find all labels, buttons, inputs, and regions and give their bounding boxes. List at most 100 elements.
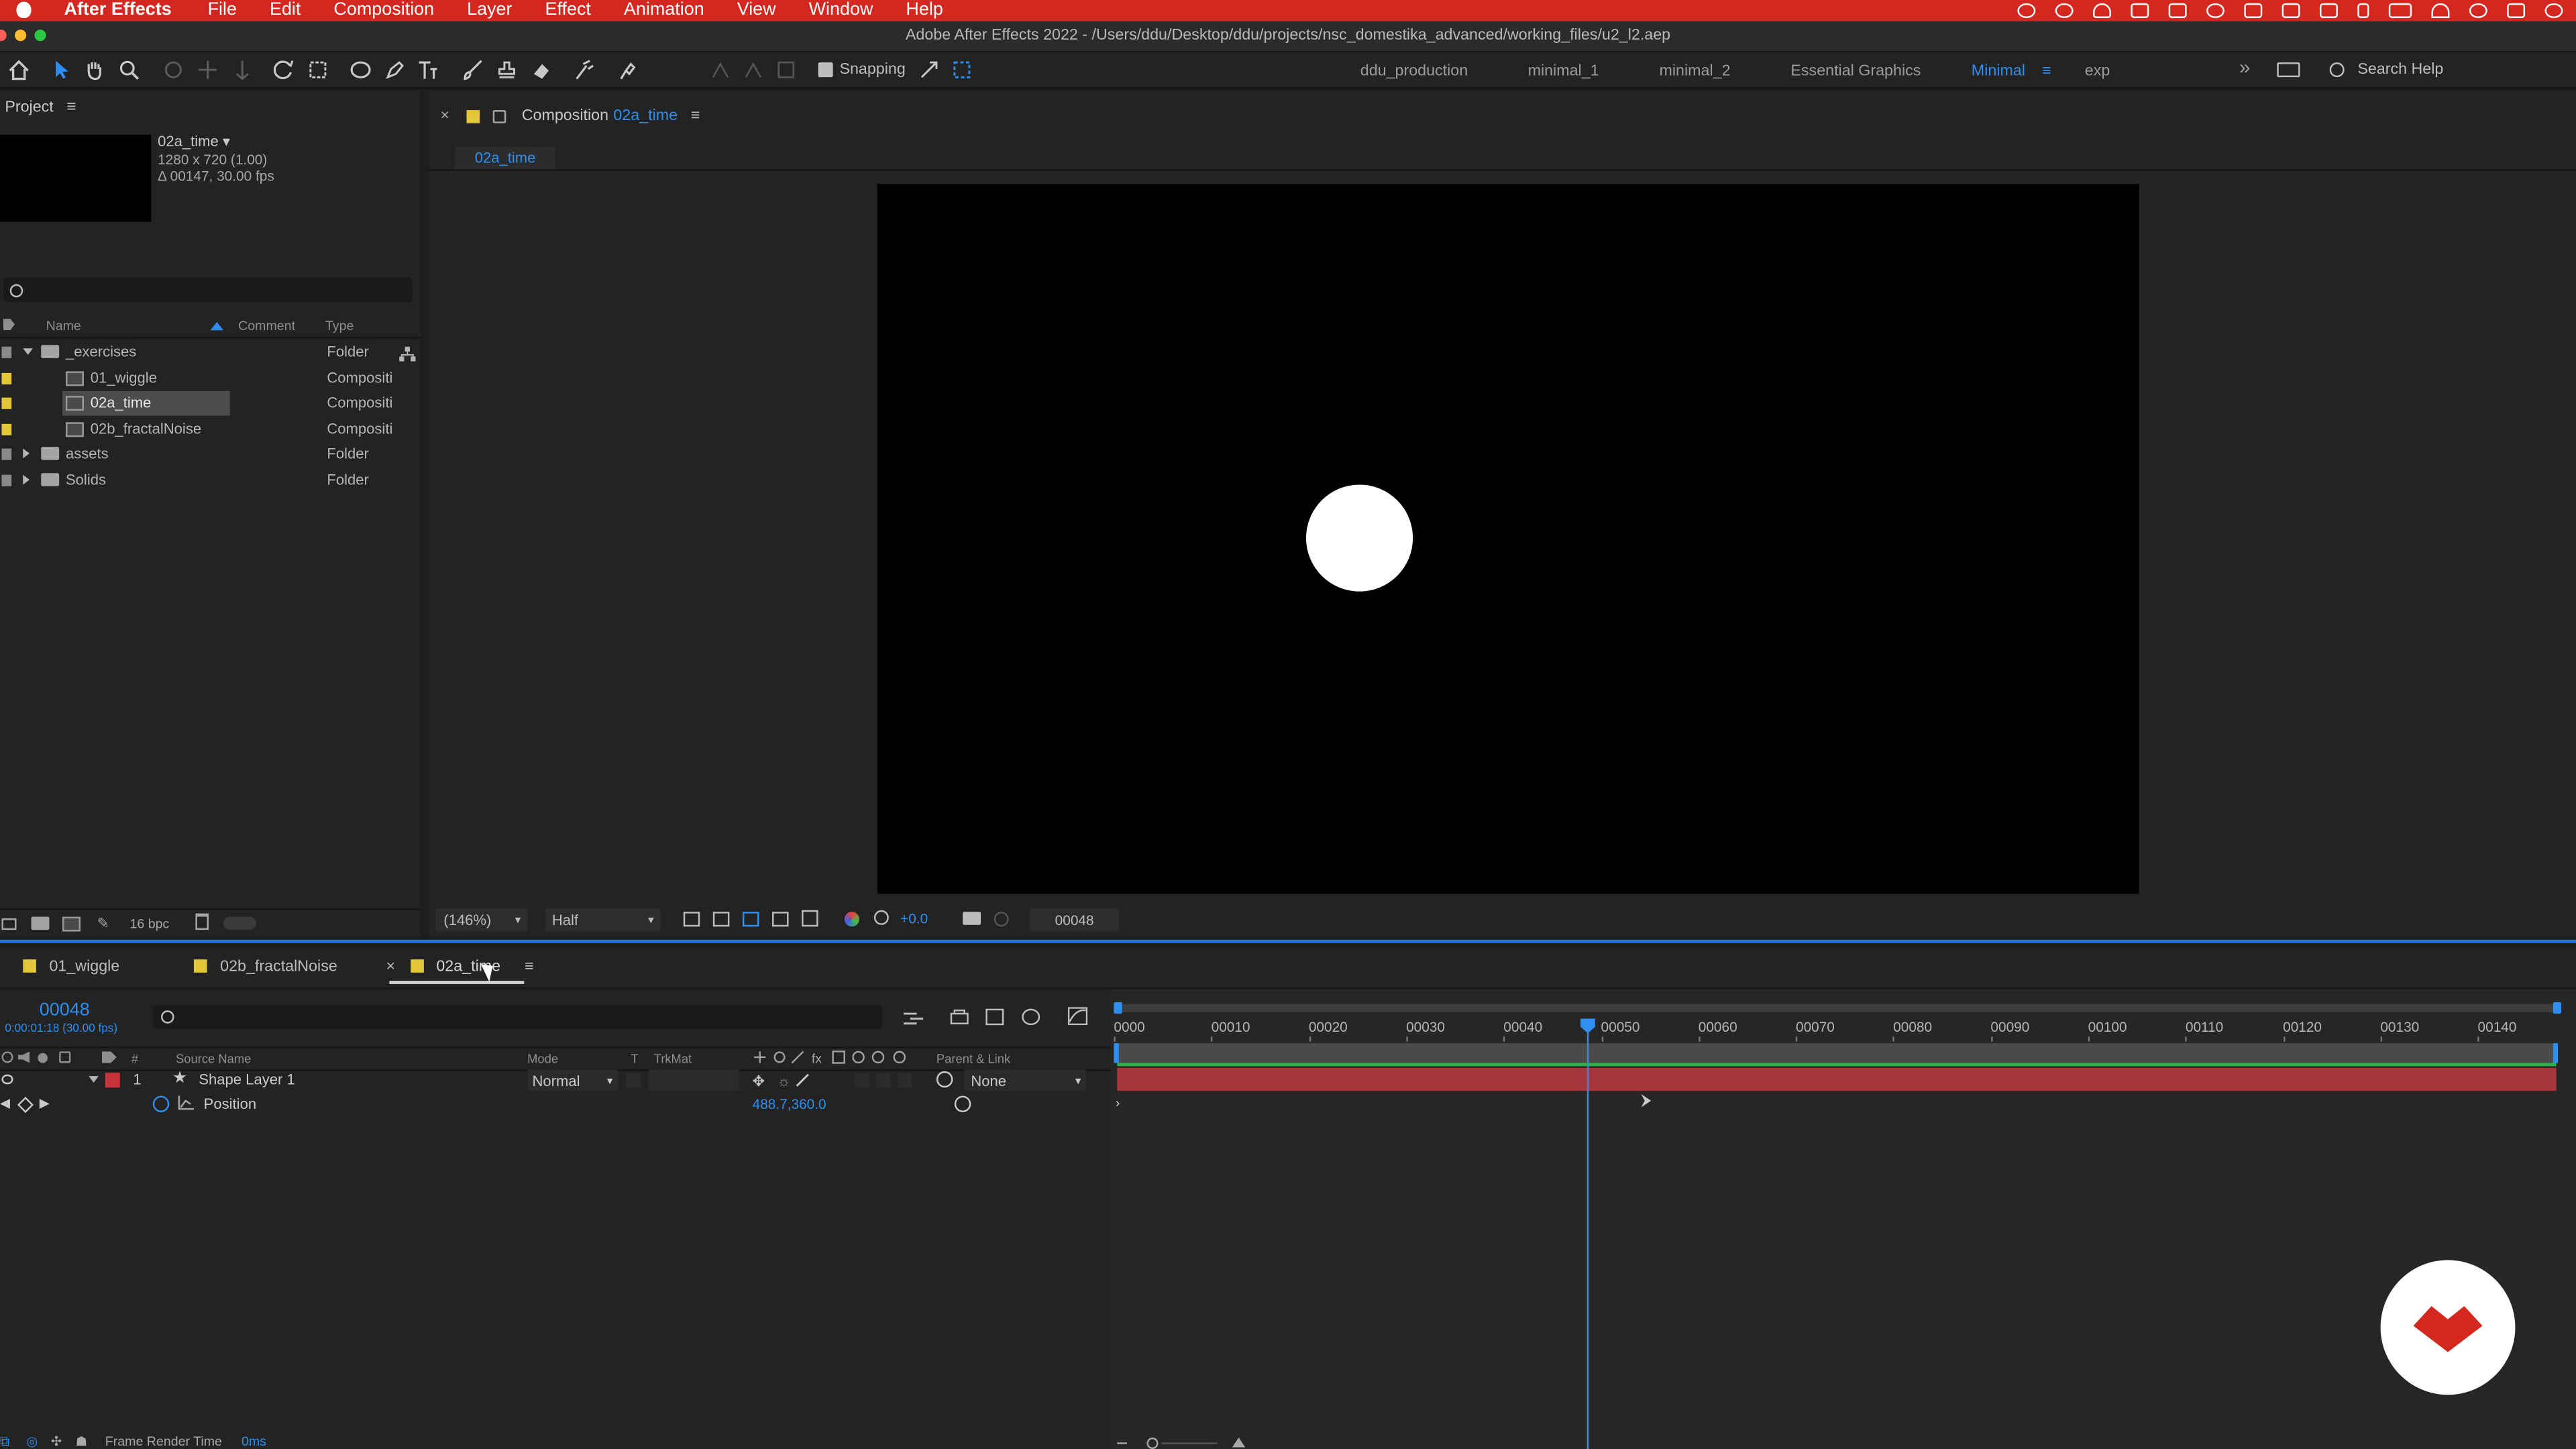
workspace-exp[interactable]: exp [2085,62,2110,80]
shape-layer-circle[interactable] [1305,484,1413,592]
stopwatch-icon[interactable] [152,1095,170,1112]
project-item-02a-time[interactable]: 02a_time Compositi [0,390,421,416]
add-keyframe-icon[interactable] [17,1096,34,1114]
keyframe-start-icon[interactable]: › [1116,1095,1120,1110]
region-of-interest-icon[interactable] [772,912,789,927]
project-search-input[interactable] [3,277,413,303]
spotlight-icon[interactable] [2469,3,2487,18]
draft-3d-icon[interactable] [950,1009,969,1025]
time-ruler[interactable]: 0000 00010 00020 00030 00040 00050 00060 00070 0… [1111,1018,2576,1042]
snap-features-icon[interactable] [951,59,973,80]
toggle-layer-switches-icon[interactable]: ⧉ [0,1434,9,1449]
cloud-icon[interactable] [2093,3,2111,18]
selection-tool-icon[interactable] [51,59,72,80]
eraser-tool-icon[interactable] [531,59,552,80]
menu-layer[interactable]: Layer [467,0,512,21]
more-workspaces-icon[interactable]: » [2239,56,2250,78]
collapse-toggle-icon[interactable]: ☼ [777,1073,790,1089]
menu-help[interactable]: Help [906,0,943,21]
axis-local-icon[interactable] [710,59,731,80]
project-item-02b-fractalnoise[interactable]: 02b_fractalNoise Compositi [0,417,421,442]
siri-icon[interactable] [2544,3,2563,18]
quality-toggle-icon[interactable] [795,1073,810,1087]
scroll-thumb[interactable] [223,916,257,930]
prev-keyframe-icon[interactable]: ◀ [0,1095,10,1110]
zoom-out-icon[interactable] [1117,1442,1128,1444]
viewer-timecode[interactable]: 00048 [1030,908,1119,932]
search-help-field[interactable]: Search Help [2329,59,2576,80]
motion-blur-toggle[interactable] [854,1073,869,1088]
property-row-position[interactable]: ◀ ▶ Position 488.7,360.0 [0,1094,1111,1117]
axis-world-icon[interactable] [743,59,764,80]
menu-app-name[interactable]: After Effects [64,0,172,21]
vpn-icon[interactable] [2206,3,2224,18]
roto-brush-tool-icon[interactable] [574,59,595,80]
work-area-end[interactable] [2553,1043,2559,1063]
timeline-tab-02a-time[interactable]: × 02a_time ≡ [386,958,534,976]
exposure-value[interactable]: +0.0 [900,910,928,926]
timeline-graph-area[interactable]: 0000 00010 00020 00030 00040 00050 00060 00070 0… [1110,989,2576,1449]
dropdown-arrow-icon[interactable]: ▾ [219,133,230,149]
pick-whip-icon[interactable] [936,1071,953,1088]
eye-icon[interactable] [1,1074,13,1085]
panel-menu-icon[interactable]: ≡ [525,958,534,976]
resolution-dropdown[interactable]: Half ▾ [545,908,661,932]
menu-animation[interactable]: Animation [624,0,704,21]
next-keyframe-icon[interactable]: ▶ [40,1095,50,1110]
current-time-indicator[interactable] [1587,1018,1589,1449]
workspace-panel-icon[interactable] [2277,62,2300,78]
workspace-minimal-1[interactable]: minimal_1 [1528,62,1599,80]
menu-file[interactable]: File [208,0,237,21]
expand-arrow-icon[interactable] [23,348,33,355]
close-tab-icon[interactable]: × [386,958,396,976]
render-time-icon[interactable]: ☗ [76,1434,88,1449]
panel-menu-icon[interactable]: ≡ [66,99,76,117]
property-value[interactable]: 488.7,360.0 [753,1095,826,1112]
time-navigator-start-handle[interactable] [1114,1002,1122,1014]
rotate-tool-icon[interactable] [273,59,294,80]
zoom-slider-thumb[interactable] [1146,1437,1159,1449]
hand-tool-icon[interactable] [84,59,105,80]
layer-duration-bar[interactable] [1117,1067,2557,1091]
minimize-window-button[interactable] [15,30,27,42]
zoom-in-icon[interactable] [1232,1437,1246,1448]
creative-cloud-icon[interactable] [2017,3,2036,18]
column-comment[interactable]: Comment [238,319,295,333]
collapse-arrow-icon[interactable] [23,474,30,485]
column-type[interactable]: Type [325,319,354,333]
shy-toggle-icon[interactable]: ✥ [753,1073,765,1091]
pan-camera-icon[interactable] [197,59,219,80]
project-panel-title[interactable]: Project [5,99,53,117]
time-navigator-bar[interactable] [1117,1004,2560,1012]
column-source-name[interactable]: Source Name [176,1051,251,1066]
label-swatch[interactable] [1,448,12,460]
project-settings-icon[interactable]: ✎ [97,915,109,933]
column-mode[interactable]: Mode [527,1051,558,1066]
label-column-icon[interactable] [3,319,15,331]
motion-blur-icon[interactable] [1022,1008,1040,1026]
home-icon[interactable] [8,59,30,80]
zoom-tool-icon[interactable] [118,59,140,80]
selected-item-name[interactable]: 02a_time [158,133,219,149]
transparency-grid-icon[interactable] [712,912,730,927]
collapse-arrow-icon[interactable] [23,448,30,459]
label-swatch[interactable] [1,397,12,409]
workspace-ddu-production[interactable]: ddu_production [1360,62,1468,80]
snapshot-icon[interactable] [963,912,981,925]
pen-tool-icon[interactable] [384,59,406,80]
workspace-minimal-2[interactable]: minimal_2 [1659,62,1730,80]
timeline-search-input[interactable] [152,1005,883,1029]
close-window-button[interactable] [0,30,7,42]
label-swatch[interactable] [1,423,12,435]
label-swatch[interactable] [1,372,12,385]
menu-composition[interactable]: Composition [333,0,434,21]
adjustment-layer-toggle[interactable] [875,1073,891,1088]
time-navigator-end-handle[interactable] [2553,1002,2561,1014]
project-item-exercises[interactable]: _exercises Folder [0,340,421,365]
audio-switch-icon[interactable] [17,1051,30,1063]
ellipse-tool-icon[interactable] [350,59,372,80]
sync-icon[interactable] [2055,3,2074,18]
composition-viewer[interactable] [877,184,2139,894]
clone-stamp-tool-icon[interactable] [496,59,518,80]
snap-options-icon[interactable] [918,59,940,80]
